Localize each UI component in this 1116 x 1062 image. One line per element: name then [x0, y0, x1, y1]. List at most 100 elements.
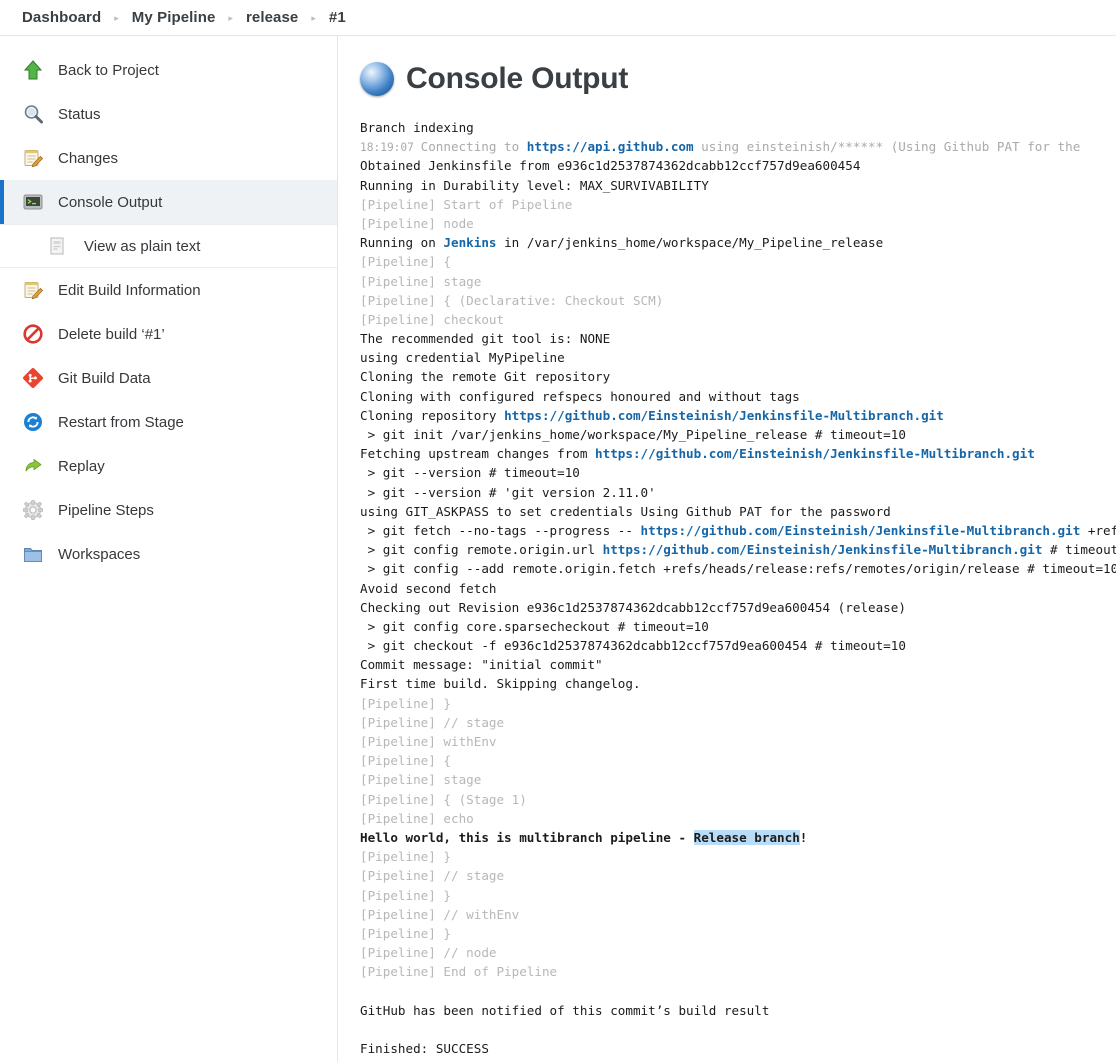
sidebar-item-label: Delete build ‘#1’ — [58, 325, 165, 343]
breadcrumb-item-dashboard[interactable]: Dashboard — [22, 9, 101, 26]
console-line: Cloning repository https://github.com/Ei… — [360, 406, 1116, 425]
console-line: Cloning the remote Git repository — [360, 369, 611, 385]
console-line: [Pipeline] checkout — [360, 311, 505, 327]
console-line: [Pipeline] { (Declarative: Checkout SCM) — [360, 292, 664, 308]
console-line: [Pipeline] // node — [360, 945, 497, 961]
sidebar-item-console-output[interactable]: Console Output — [0, 180, 337, 224]
console-line: [Pipeline] Start of Pipeline — [360, 196, 573, 212]
console-line: Checking out Revision e936c1d2537874362d… — [360, 599, 906, 615]
breadcrumb-item-release[interactable]: release — [246, 9, 298, 26]
console-line: The recommended git tool is: NONE — [360, 331, 611, 347]
console-line: [Pipeline] // withEnv — [360, 906, 520, 922]
sidebar-subitem-label: View as plain text — [84, 237, 201, 255]
console-line: 18:19:07 Connecting to https://api.githu… — [360, 137, 1116, 156]
console-line: [Pipeline] { — [360, 753, 451, 769]
console-link[interactable]: https://github.com/Einsteinish/Jenkinsfi… — [595, 446, 1035, 461]
console-link[interactable]: https://api.github.com — [527, 139, 694, 154]
sidebar-item-git-build-data[interactable]: Git Build Data — [0, 356, 337, 400]
sidebar-item-label: Back to Project — [58, 61, 159, 79]
gear-icon — [22, 499, 44, 521]
sidebar-item-delete-build-1[interactable]: Delete build ‘#1’ — [0, 312, 337, 356]
console-line: [Pipeline] } — [360, 925, 451, 941]
console-text: Connecting to — [420, 139, 527, 155]
breadcrumb-bar: Dashboard ▸ My Pipeline ▸ release ▸ #1 — [0, 0, 1116, 36]
notepad-pencil-icon — [22, 147, 44, 169]
breadcrumb-separator-icon: ▸ — [228, 12, 233, 23]
console-text: Hello world, this is multibranch pipelin… — [360, 829, 694, 845]
sidebar-item-label: Changes — [58, 149, 119, 167]
sidebar-item-label: Edit Build Information — [58, 281, 201, 299]
console-line: [Pipeline] { — [360, 254, 451, 270]
selected-text: Release branch — [693, 829, 800, 845]
console-line: [Pipeline] } — [360, 887, 451, 903]
breadcrumb-separator-icon: ▸ — [311, 12, 316, 23]
console-line: GitHub has been notified of this commit’… — [360, 1002, 770, 1018]
sidebar-item-changes[interactable]: Changes — [0, 136, 337, 180]
console-line: [Pipeline] } — [360, 849, 451, 865]
console-text: in /var/jenkins_home/workspace/My_Pipeli… — [496, 235, 884, 251]
terminal-icon — [22, 191, 44, 213]
console-link[interactable]: https://github.com/Einsteinish/Jenkinsfi… — [504, 408, 944, 423]
console-line: using credential MyPipeline — [360, 350, 565, 366]
sidebar-item-label: Git Build Data — [58, 369, 151, 387]
magnifier-icon — [22, 103, 44, 125]
console-line: > git fetch --no-tags --progress -- http… — [360, 521, 1116, 540]
console-line: Hello world, this is multibranch pipelin… — [360, 828, 1116, 847]
breadcrumb-item-1[interactable]: #1 — [329, 9, 346, 26]
replay-arrow-icon — [22, 455, 44, 477]
console-line: [Pipeline] withEnv — [360, 734, 497, 749]
console-line: > git config core.sparsecheckout # timeo… — [360, 618, 709, 634]
sidebar-item-label: Workspaces — [58, 545, 141, 563]
console-line: [Pipeline] node — [360, 215, 474, 231]
sidebar-item-restart-from-stage[interactable]: Restart from Stage — [0, 400, 337, 444]
console-line: [Pipeline] { (Stage 1) — [360, 791, 527, 807]
sidebar-item-pipeline-steps[interactable]: Pipeline Steps — [0, 488, 337, 532]
sidebar-item-workspaces[interactable]: Workspaces — [0, 532, 337, 576]
console-line: Fetching upstream changes from https://g… — [360, 444, 1116, 463]
console-line: First time build. Skipping changelog. — [360, 676, 641, 692]
console-text: > git config remote.origin.url — [360, 542, 603, 558]
sidebar-item-replay[interactable]: Replay — [0, 444, 337, 488]
sidebar-item-label: Status — [58, 105, 101, 123]
console-line: Obtained Jenkinsfile from e936c1d2537874… — [360, 158, 861, 174]
sidebar-item-label: Replay — [58, 457, 105, 475]
console-text: 18:19:07 — [360, 141, 421, 155]
console-line: > git config remote.origin.url https://g… — [360, 540, 1116, 559]
breadcrumb-item-my-pipeline[interactable]: My Pipeline — [132, 9, 216, 26]
sidebar-subitem-view-as-plain-text[interactable]: View as plain text — [0, 224, 337, 268]
console-output-log: Branch indexing 18:19:07 Connecting to ht… — [360, 118, 1116, 1058]
console-text: using einsteinish/****** (Using Github P… — [693, 139, 1081, 155]
console-line: Avoid second fetch — [360, 580, 497, 596]
console-link[interactable]: Jenkins — [443, 235, 496, 250]
no-entry-icon — [22, 323, 44, 345]
main-content: Console Output Branch indexing 18:19:07 C… — [338, 36, 1116, 1062]
console-line: > git checkout -f e936c1d2537874362dcabb… — [360, 638, 906, 654]
breadcrumb-separator-icon: ▸ — [114, 12, 119, 23]
breadcrumb: Dashboard ▸ My Pipeline ▸ release ▸ #1 — [22, 9, 346, 27]
plain-text-document-icon — [46, 235, 68, 257]
console-line: [Pipeline] stage — [360, 273, 482, 289]
console-text: ! — [799, 829, 808, 845]
sidebar: Back to Project Status Changes Console Outp… — [0, 36, 338, 1062]
sidebar-item-back-to-project[interactable]: Back to Project — [0, 48, 337, 92]
notepad-pencil-icon — [22, 279, 44, 301]
page-title-row: Console Output — [360, 62, 1116, 96]
page-title: Console Output — [406, 62, 629, 95]
console-text: Running on — [360, 235, 444, 251]
console-line: using GIT_ASKPASS to set credentials Usi… — [360, 503, 891, 519]
console-line: Cloning with configured refspecs honoure… — [360, 388, 800, 404]
sidebar-item-status[interactable]: Status — [0, 92, 337, 136]
page-body: Back to Project Status Changes Console Outp… — [0, 36, 1116, 1062]
console-line: [Pipeline] stage — [360, 772, 482, 788]
console-line: > git init /var/jenkins_home/workspace/M… — [360, 427, 906, 442]
console-line: [Pipeline] End of Pipeline — [360, 964, 558, 980]
console-link[interactable]: https://github.com/Einsteinish/Jenkinsfi… — [603, 542, 1043, 557]
console-link[interactable]: https://github.com/Einsteinish/Jenkinsfi… — [641, 523, 1081, 538]
blue-globe-icon — [360, 62, 394, 96]
sidebar-item-edit-build-information[interactable]: Edit Build Information — [0, 268, 337, 312]
console-line: Commit message: "initial commit" — [360, 657, 603, 673]
console-line: Running in Durability level: MAX_SURVIVA… — [360, 177, 709, 193]
folder-icon — [22, 543, 44, 565]
